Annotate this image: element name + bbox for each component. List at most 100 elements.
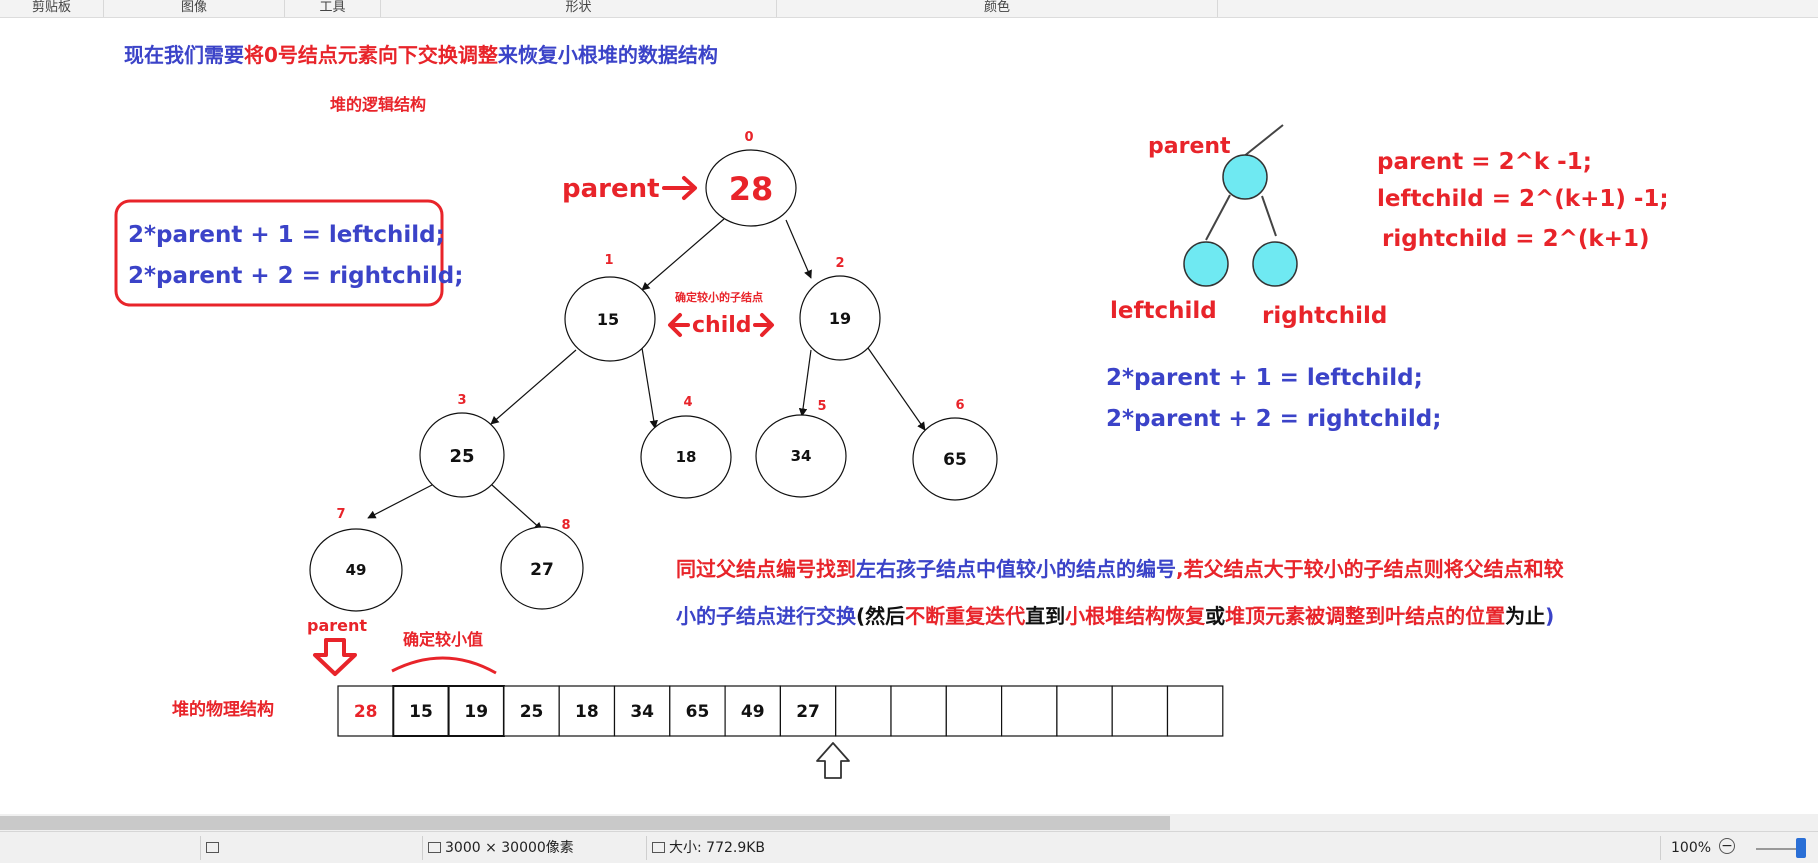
desc-part: 左右孩子结点中值较小的结点的编号 xyxy=(856,557,1176,581)
array-cell-box xyxy=(890,685,947,737)
min-bracket-curve xyxy=(391,656,497,675)
array-cell-value: 15 xyxy=(409,702,433,722)
node-value: 28 xyxy=(729,170,774,208)
formula-right-line: 2*parent + 2 = rightchild; xyxy=(128,263,463,289)
edge-3-8 xyxy=(491,484,543,531)
node-index: 0 xyxy=(744,130,753,145)
zoom-level: 100% xyxy=(1671,840,1712,856)
status-bar: 3000 × 30000像素 大小: 772.9KB 100% − xyxy=(0,831,1818,863)
array-cell: 49 xyxy=(724,685,781,737)
status-separator xyxy=(646,836,647,860)
node-value: 19 xyxy=(829,309,851,328)
heap-array: 28 15 19 25 18 34 65 49 27 xyxy=(337,685,1224,737)
array-cell-value: 28 xyxy=(354,702,378,722)
desc-part: (然后 xyxy=(856,604,905,628)
array-cell-box xyxy=(1111,685,1169,737)
node-index: 6 xyxy=(955,398,964,413)
file-size-readout: 大小: 772.9KB xyxy=(652,838,765,858)
tree-node-2: 19 2 xyxy=(799,256,881,361)
node-index: 8 xyxy=(561,518,570,533)
array-cell xyxy=(1111,685,1169,737)
array-parent-label: parent xyxy=(307,616,367,635)
mini-parent-node xyxy=(1222,154,1268,200)
mini-left-node xyxy=(1183,241,1229,287)
node-value: 15 xyxy=(597,310,619,329)
array-cell xyxy=(1166,685,1224,737)
desc-part: 或 xyxy=(1205,604,1225,628)
ribbon-group-colors[interactable]: 颜色 xyxy=(777,0,1218,17)
array-cell: 34 xyxy=(613,685,671,737)
ribbon-group-shapes[interactable]: 形状 xyxy=(381,0,777,17)
array-cell: 15 xyxy=(392,685,450,737)
array-cell-value: 34 xyxy=(630,702,654,722)
right-formula-right: rightchild = 2^(k+1) xyxy=(1382,226,1649,252)
horizontal-scrollbar[interactable] xyxy=(0,814,1818,831)
tree-node-8: 27 8 xyxy=(500,518,584,610)
zoom-slider-knob[interactable] xyxy=(1796,838,1806,858)
mini-edge-up xyxy=(1242,124,1284,158)
status-separator xyxy=(422,836,423,860)
tree-node-6: 65 6 xyxy=(912,398,998,501)
status-separator xyxy=(1660,836,1661,860)
array-cell-value: 27 xyxy=(796,702,820,722)
desc-part: 为止 xyxy=(1505,604,1545,628)
array-cell-value: 19 xyxy=(464,702,488,722)
drawing-canvas[interactable]: 现在我们需要将0号结点元素向下交换调整来恢复小根堆的数据结构 堆的逻辑结构 2*… xyxy=(0,18,1818,814)
down-arrow-icon xyxy=(313,638,357,676)
array-cell-value: 49 xyxy=(741,702,765,722)
right-blue-formula-left: 2*parent + 1 = leftchild; xyxy=(1106,365,1423,391)
tree-node-4: 18 4 xyxy=(640,395,732,499)
array-min-label: 确定较小值 xyxy=(403,630,483,649)
array-cell xyxy=(945,685,1003,737)
edge-2-6 xyxy=(867,347,926,431)
array-cell-box xyxy=(945,685,1003,737)
tree-node-1: 15 1 xyxy=(564,253,656,362)
ribbon-group-tools[interactable]: 工具 xyxy=(285,0,381,17)
zoom-out-button[interactable]: − xyxy=(1719,836,1735,856)
parent-arrow-label: parent xyxy=(562,174,660,204)
status-separator xyxy=(200,836,201,860)
array-cell-value: 25 xyxy=(520,702,544,722)
node-value: 49 xyxy=(346,561,367,579)
formula-left-line: 2*parent + 1 = leftchild; xyxy=(128,222,445,248)
smaller-child-note: 确定较小的子结点 xyxy=(675,290,763,304)
desc-part: 同过父结点编号找到 xyxy=(676,557,856,581)
node-index: 7 xyxy=(336,507,345,522)
formula-box xyxy=(114,199,444,307)
edge-3-7 xyxy=(367,484,433,519)
desc-part: 堆顶元素被调整到叶结点的位置 xyxy=(1225,604,1505,628)
mini-right-node xyxy=(1252,241,1298,287)
ribbon-group-clipboard[interactable]: 剪贴板 xyxy=(0,0,104,17)
title-part: 将0号结点元素向下交换调整 xyxy=(244,43,498,67)
parent-arrow-icon xyxy=(662,176,697,200)
tree-node-0: 28 0 xyxy=(705,130,797,227)
array-cell: 25 xyxy=(503,685,560,737)
title-part: 来恢复小根堆的数据结构 xyxy=(497,43,718,67)
array-cell xyxy=(1000,685,1058,737)
desc-part: 不断重复迭代 xyxy=(905,604,1025,628)
edge-0-2 xyxy=(785,219,812,279)
ribbon-bar: 剪贴板 图像 工具 形状 颜色 xyxy=(0,0,1818,18)
logical-structure-label: 堆的逻辑结构 xyxy=(330,95,426,114)
ribbon-group-image[interactable]: 图像 xyxy=(104,0,285,17)
physical-structure-label: 堆的物理结构 xyxy=(172,699,274,720)
array-cell xyxy=(1056,685,1113,737)
desc-part: ) xyxy=(1545,604,1554,628)
node-value: 25 xyxy=(449,446,474,467)
node-index: 3 xyxy=(457,393,466,408)
edge-1-3 xyxy=(490,349,577,425)
node-value: 18 xyxy=(676,448,697,466)
selection-icon xyxy=(206,838,223,858)
dimensions-readout: 3000 × 30000像素 xyxy=(428,838,574,858)
desc-part: 直到 xyxy=(1025,604,1065,628)
child-label: child xyxy=(692,313,752,338)
scrollbar-thumb[interactable] xyxy=(0,816,1170,830)
node-value: 27 xyxy=(530,560,554,580)
node-index: 4 xyxy=(683,395,692,410)
edge-0-1 xyxy=(641,218,725,291)
edge-1-4 xyxy=(641,347,658,429)
mini-edge-right xyxy=(1261,195,1277,237)
array-cell: 65 xyxy=(669,685,726,737)
up-arrow-icon xyxy=(816,742,850,779)
node-index: 2 xyxy=(835,256,844,271)
